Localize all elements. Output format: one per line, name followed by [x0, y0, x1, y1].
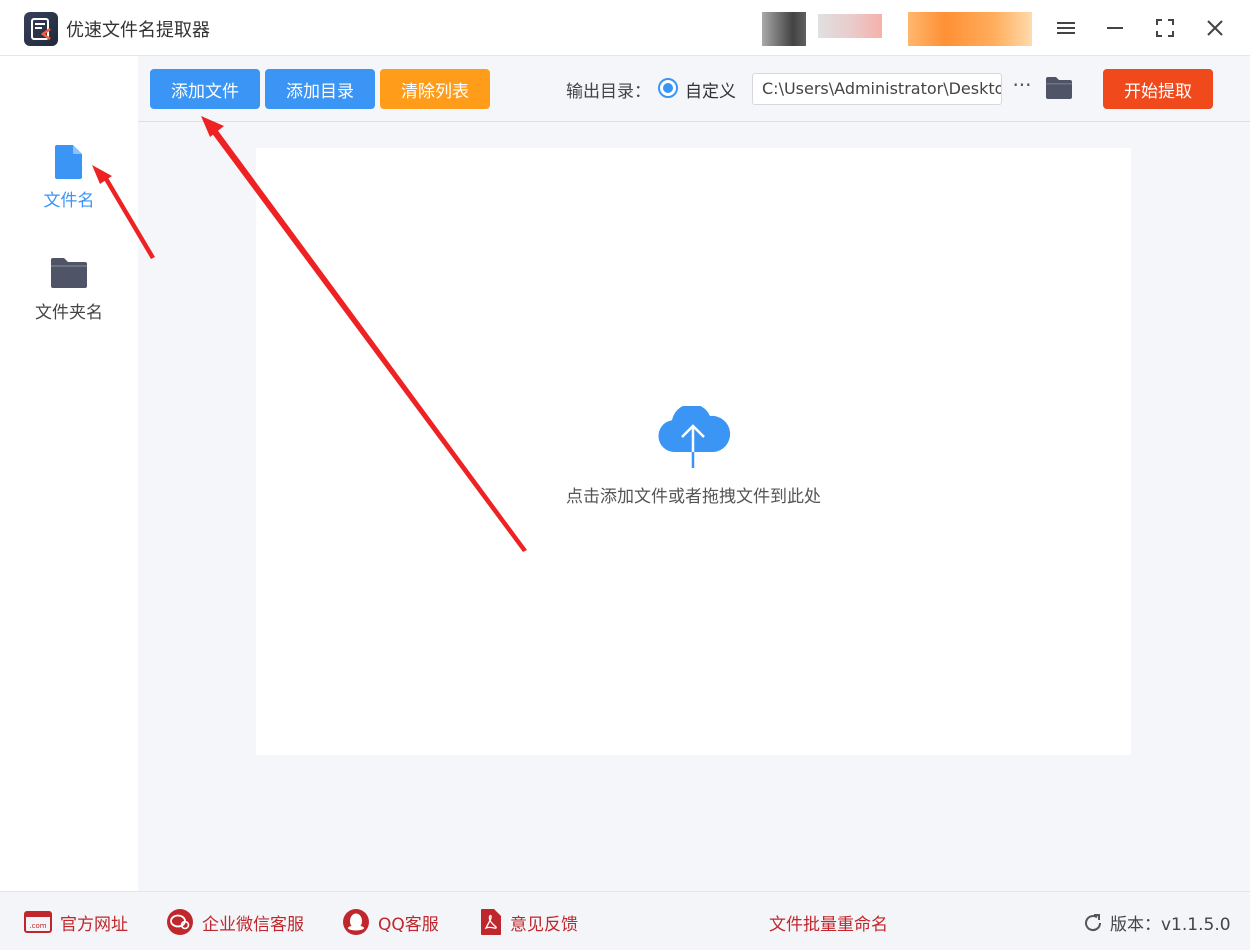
svg-text:.com: .com [29, 922, 46, 930]
sidebar: 文件名 文件夹名 [0, 56, 138, 891]
add-file-button[interactable]: 添加文件 [150, 69, 260, 109]
feedback-label: 意见反馈 [510, 914, 578, 935]
menu-icon[interactable] [1050, 12, 1082, 44]
refresh-icon [1085, 913, 1102, 931]
cloud-upload-icon [656, 403, 732, 474]
title-bar: 优速文件名提取器 [0, 0, 1250, 56]
app-logo-icon [24, 12, 58, 46]
footer: .com 官方网址 企业微信客服 QQ客服 意见反馈 文件批量重命名 版本：v1… [0, 891, 1250, 950]
open-folder-icon[interactable] [1045, 76, 1073, 100]
wechat-support-label: 企业微信客服 [202, 914, 304, 935]
blurred-vip-badge [908, 12, 1032, 46]
file-icon [54, 144, 84, 184]
main-area: 添加文件 添加目录 清除列表 输出目录： 自定义 C:\Users\Admini… [138, 56, 1250, 891]
more-options-button[interactable]: ··· [1010, 74, 1034, 102]
add-directory-button[interactable]: 添加目录 [265, 69, 375, 109]
file-drop-zone[interactable]: 点击添加文件或者拖拽文件到此处 [256, 148, 1131, 755]
blurred-avatar [762, 12, 806, 46]
batch-rename-link[interactable]: 文件批量重命名 [769, 910, 888, 935]
output-dir-label: 输出目录： [566, 82, 651, 102]
folder-icon [49, 256, 89, 294]
version-info[interactable]: 版本：v1.1.5.0 [1082, 910, 1231, 935]
custom-output-label: 自定义 [685, 82, 736, 102]
qq-icon [343, 909, 369, 935]
qq-support-link[interactable]: QQ客服 [342, 908, 439, 936]
sidebar-item-foldername[interactable]: 文件夹名 [0, 252, 138, 342]
feedback-link[interactable]: 意见反馈 [480, 908, 578, 936]
qq-support-label: QQ客服 [378, 914, 439, 935]
official-website-label: 官方网址 [60, 914, 128, 935]
output-path-field[interactable]: C:\Users\Administrator\Desktop [752, 73, 1002, 105]
maximize-icon[interactable] [1149, 12, 1181, 44]
sidebar-item-label: 文件名 [43, 191, 95, 211]
blurred-user-info [818, 14, 882, 38]
sidebar-item-filename[interactable]: 文件名 [0, 138, 138, 228]
clear-list-button[interactable]: 清除列表 [380, 69, 490, 109]
official-website-link[interactable]: .com 官方网址 [24, 908, 128, 936]
wechat-support-link[interactable]: 企业微信客服 [166, 908, 304, 936]
start-extract-button[interactable]: 开始提取 [1103, 69, 1213, 109]
version-label: 版本：v1.1.5.0 [1110, 915, 1231, 935]
app-title: 优速文件名提取器 [66, 20, 210, 41]
feedback-pdf-icon [481, 909, 501, 935]
website-icon: .com [24, 911, 52, 933]
drop-zone-hint: 点击添加文件或者拖拽文件到此处 [566, 487, 821, 507]
custom-output-radio[interactable] [658, 78, 678, 98]
close-icon[interactable] [1199, 12, 1231, 44]
wechat-icon [167, 909, 193, 935]
minimize-icon[interactable] [1099, 12, 1131, 44]
toolbar: 添加文件 添加目录 清除列表 输出目录： 自定义 C:\Users\Admini… [138, 56, 1250, 122]
sidebar-item-label: 文件夹名 [35, 303, 103, 323]
